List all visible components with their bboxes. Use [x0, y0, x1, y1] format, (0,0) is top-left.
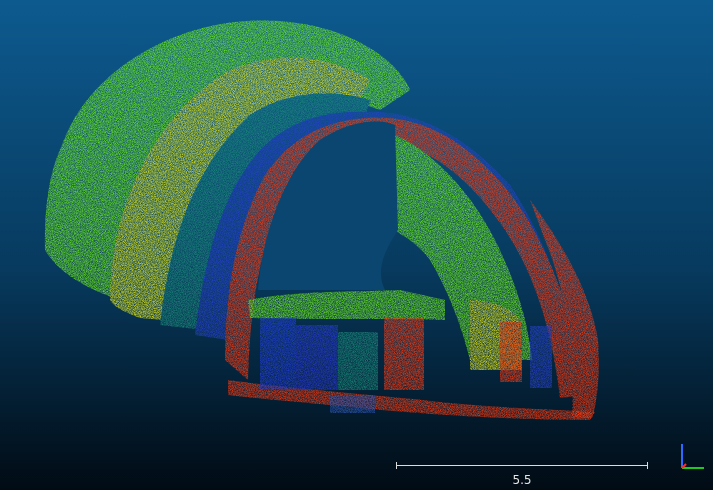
scale-bar-tick-right — [647, 462, 648, 469]
object-floor-box — [330, 395, 375, 413]
object-blue-figure-3 — [530, 326, 552, 388]
3d-viewport[interactable]: 5.5 — [0, 0, 713, 490]
object-red-figure-1 — [384, 318, 424, 390]
object-blue-figure-1 — [260, 318, 296, 390]
object-teal-figure — [338, 332, 378, 390]
scale-bar — [396, 460, 648, 470]
scale-bar-line — [396, 465, 648, 466]
scale-bar-label: 5.5 — [512, 473, 532, 487]
object-blue-figure-2 — [296, 325, 338, 390]
axis-trihedron-icon — [681, 444, 704, 469]
object-red-figure-2 — [500, 322, 522, 382]
scale-bar-tick-left — [396, 462, 397, 469]
point-cloud-view[interactable] — [0, 0, 713, 490]
